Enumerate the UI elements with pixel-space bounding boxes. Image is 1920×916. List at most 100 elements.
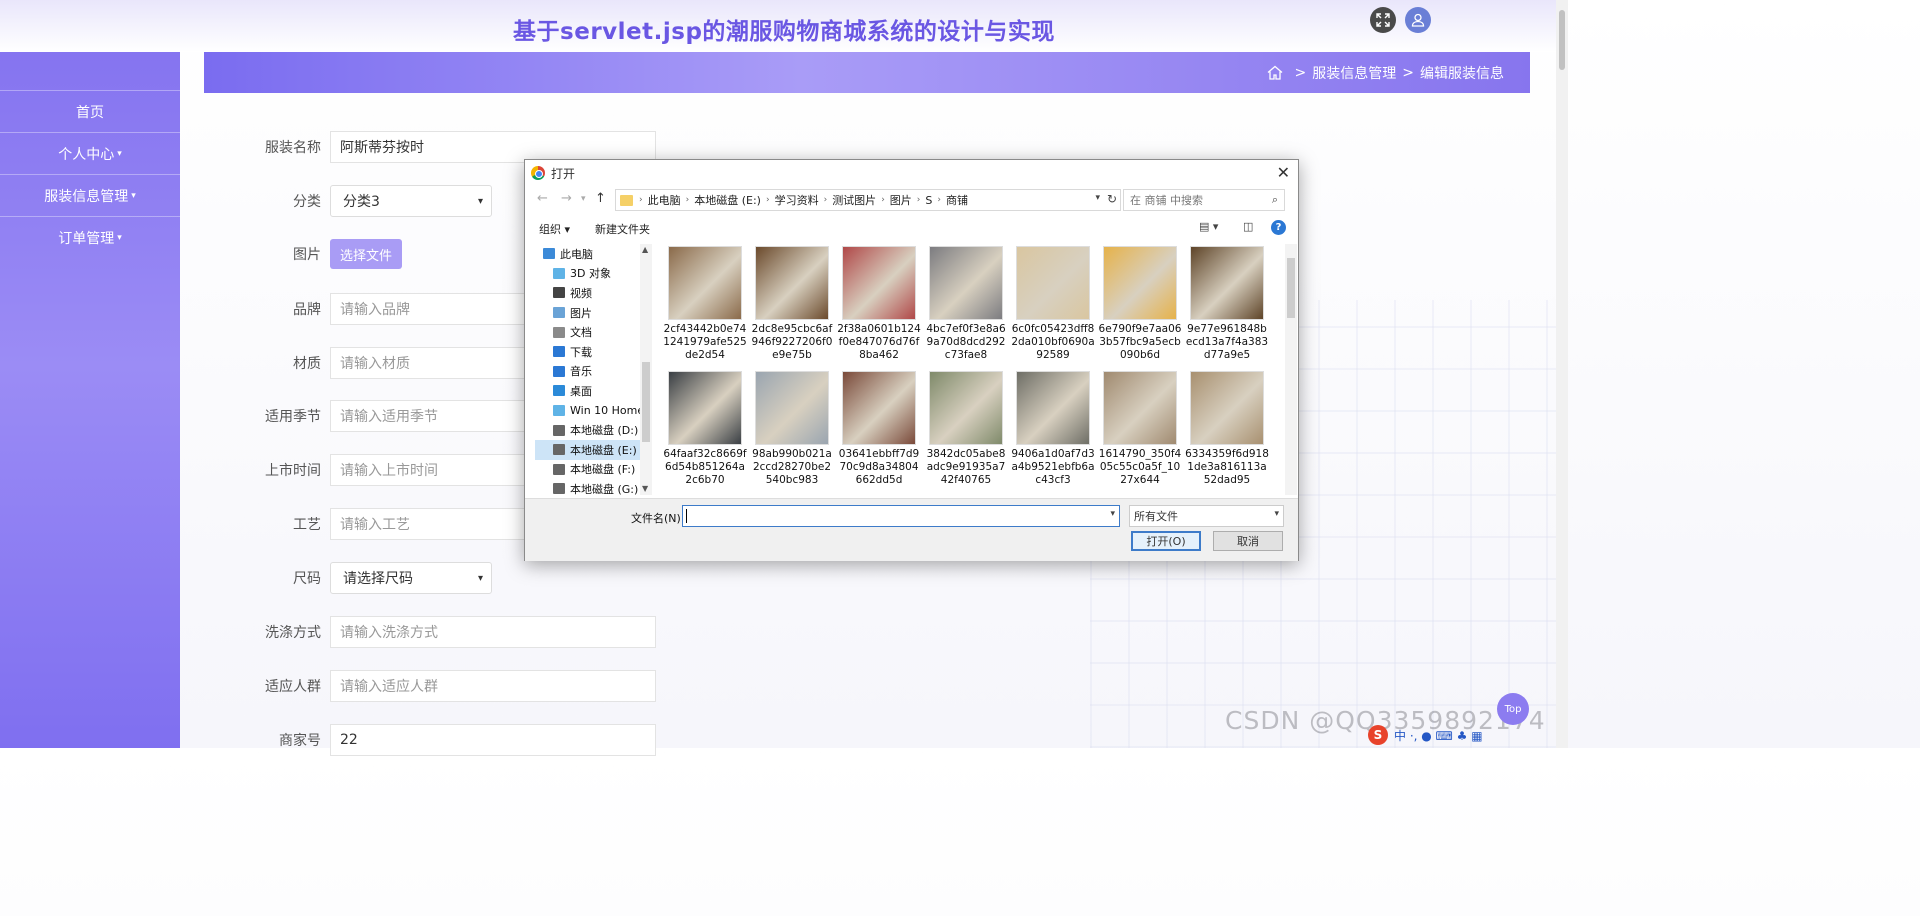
tree-item-label: Win 10 Home › — [570, 404, 650, 418]
scrollbar-thumb[interactable] — [642, 362, 650, 442]
name-label: 服装名称 — [265, 140, 321, 156]
dialog-search-input[interactable]: 在 商铺 中搜索 ⌕ — [1123, 189, 1285, 211]
filetype-value: 所有文件 — [1134, 510, 1178, 523]
breadcrumb-item-clothing-management[interactable]: 服装信息管理 — [1312, 63, 1396, 83]
size-select[interactable]: 请选择尺码 ▾ — [330, 562, 492, 594]
home-icon[interactable] — [1267, 65, 1283, 80]
scroll-up-icon[interactable]: ▲ — [642, 245, 648, 254]
tree-item[interactable]: 桌面 — [535, 381, 650, 401]
path-segment[interactable]: 商铺 — [946, 192, 968, 208]
chevron-down-icon[interactable]: ▾ — [1095, 193, 1100, 203]
scroll-down-icon[interactable]: ▼ — [642, 484, 648, 493]
preview-pane-icon[interactable]: ◫ — [1243, 220, 1253, 233]
file-thumbnail[interactable]: 98ab990b021a2ccd28270be2540bc983 — [750, 371, 834, 487]
sidebar-item-clothing-management[interactable]: 服装信息管理 ▾ — [0, 174, 180, 216]
forward-arrow-icon[interactable]: → — [561, 191, 572, 206]
address-bar[interactable]: › 此电脑 › 本地磁盘 (E:) › 学习资料 › 测试图片 › 图片 › S… — [615, 189, 1121, 211]
close-icon[interactable]: ✕ — [1277, 163, 1290, 182]
audience-label: 适应人群 — [265, 679, 321, 695]
image-preview — [1016, 246, 1090, 320]
scrollbar-thumb[interactable] — [1287, 258, 1295, 318]
category-select[interactable]: 分类3 ▾ — [330, 185, 492, 217]
back-arrow-icon[interactable]: ← — [537, 191, 548, 206]
tree-item-label: 视频 — [570, 286, 592, 300]
file-thumbnail[interactable]: 64faaf32c8669f6d54b851264a2c6b70 — [663, 371, 747, 487]
file-thumbnail[interactable]: 9406a1d0af7d3a4b9521ebfb6ac43cf3 — [1011, 371, 1095, 487]
grid-scrollbar[interactable] — [1285, 244, 1297, 495]
cancel-button[interactable]: 取消 — [1213, 531, 1283, 551]
tree-item[interactable]: Win 10 Home › — [535, 401, 650, 421]
file-name: 9406a1d0af7d3a4b9521ebfb6ac43cf3 — [1011, 448, 1095, 486]
page-scrollbar[interactable] — [1556, 0, 1568, 748]
path-segment[interactable]: 图片 — [890, 192, 912, 208]
back-to-top-button[interactable]: Top — [1497, 693, 1529, 725]
file-thumbnail[interactable]: 1614790_350f405c55c0a5f_1027x644 — [1098, 371, 1182, 487]
sidebar-item-order-management[interactable]: 订单管理 ▾ — [0, 216, 180, 258]
file-thumbnail[interactable]: 9e77e961848becd13a7f4a383d77a9e5 — [1185, 246, 1269, 362]
image-label: 图片 — [293, 247, 321, 263]
folder-icon — [553, 287, 565, 299]
form-row-category: 分类 分类3 ▾ — [230, 184, 492, 218]
ime-toolbar[interactable]: S 中 ·, ● ⌨ ♣ ▦ — [1368, 724, 1544, 746]
refresh-icon[interactable]: ↻ — [1107, 192, 1117, 206]
up-arrow-icon[interactable]: ↑ — [595, 191, 606, 206]
sidebar-item-personal-center[interactable]: 个人中心 ▾ — [0, 132, 180, 174]
path-segment[interactable]: 学习资料 — [775, 192, 819, 208]
view-options-icon[interactable]: ▤ ▾ — [1199, 220, 1218, 233]
recent-dropdown-icon[interactable]: ▾ — [581, 194, 586, 204]
tree-item[interactable]: 本地磁盘 (F:) — [535, 460, 650, 480]
tree-item[interactable]: 图片 — [535, 303, 650, 323]
chevron-down-icon[interactable]: ▾ — [1110, 509, 1115, 519]
audience-input[interactable]: 请输入适应人群 — [330, 670, 656, 702]
file-thumbnail[interactable]: 2cf43442b0e741241979afe525de2d54 — [663, 246, 747, 362]
user-button[interactable] — [1405, 7, 1431, 33]
path-segment[interactable]: 此电脑 — [648, 192, 681, 208]
file-thumbnail[interactable]: 6334359f6d9181de3a816113a52dad95 — [1185, 371, 1269, 487]
breadcrumb-separator: > — [1294, 64, 1307, 81]
sidebar: 首页 个人中心 ▾ 服装信息管理 ▾ 订单管理 ▾ — [0, 52, 180, 748]
file-thumbnail[interactable]: 4bc7ef0f3e8a69a70d8dcd292c73fae8 — [924, 246, 1008, 362]
help-icon[interactable]: ? — [1271, 220, 1286, 235]
image-preview — [668, 246, 742, 320]
file-thumbnail[interactable]: 6e790f9e7aa063b57fbc9a5ecb090b6d — [1098, 246, 1182, 362]
file-thumbnail[interactable]: 2f38a0601b124f0e847076d76f8ba462 — [837, 246, 921, 362]
merchant-input[interactable]: 22 — [330, 724, 656, 756]
dialog-titlebar[interactable]: 打开 ✕ — [525, 160, 1298, 186]
folder-icon — [553, 307, 565, 319]
tree-item[interactable]: 视频 — [535, 283, 650, 303]
new-folder-button[interactable]: 新建文件夹 — [595, 221, 650, 237]
tree-item[interactable]: 3D 对象 — [535, 264, 650, 284]
tree-item[interactable]: 本地磁盘 (D:) — [535, 420, 650, 440]
organize-button[interactable]: 组织 ▾ — [539, 221, 570, 237]
filename-label: 文件名(N): — [631, 512, 685, 525]
filetype-select[interactable]: 所有文件 ▾ — [1129, 505, 1284, 527]
path-segment[interactable]: 本地磁盘 (E:) — [694, 192, 761, 208]
file-thumbnail[interactable]: 03641ebbff7d970c9d8a34804662dd5d — [837, 371, 921, 487]
wash-input[interactable]: 请输入洗涤方式 — [330, 616, 656, 648]
file-name: 2f38a0601b124f0e847076d76f8ba462 — [837, 323, 921, 361]
open-button[interactable]: 打开(O) — [1131, 531, 1201, 551]
path-segment[interactable]: 测试图片 — [832, 192, 876, 208]
tree-item[interactable]: 文档 — [535, 322, 650, 342]
tree-item[interactable]: 本地磁盘 (G:) — [535, 479, 650, 495]
file-thumbnail[interactable]: 2dc8e95cbc6af946f9227206f0e9e75b — [750, 246, 834, 362]
filename-input[interactable]: ▾ — [682, 505, 1120, 527]
path-segment[interactable]: S — [925, 194, 932, 207]
image-preview — [929, 371, 1003, 445]
scrollbar-thumb[interactable] — [1559, 10, 1565, 70]
image-preview — [1103, 246, 1177, 320]
file-thumbnail[interactable]: 3842dc05abe8adc9e91935a742f40765 — [924, 371, 1008, 487]
tree-scrollbar[interactable]: ▲ ▼ — [640, 244, 652, 495]
ime-status-icons[interactable]: 中 ·, ● ⌨ ♣ ▦ — [1394, 727, 1483, 744]
choose-file-button[interactable]: 选择文件 — [330, 239, 402, 269]
tree-item[interactable]: 此电脑 — [535, 244, 650, 264]
tree-item[interactable]: 下载 — [535, 342, 650, 362]
tree-item[interactable]: 本地磁盘 (E:) — [535, 439, 650, 460]
ime-logo-icon[interactable]: S — [1368, 725, 1388, 745]
chevron-right-icon: › — [881, 195, 885, 205]
fullscreen-button[interactable] — [1370, 7, 1396, 33]
folder-icon — [553, 365, 565, 377]
file-thumbnail[interactable]: 6c0fc05423dff82da010bf0690a92589 — [1011, 246, 1095, 362]
tree-item[interactable]: 音乐 — [535, 362, 650, 382]
sidebar-item-home[interactable]: 首页 — [0, 90, 180, 132]
